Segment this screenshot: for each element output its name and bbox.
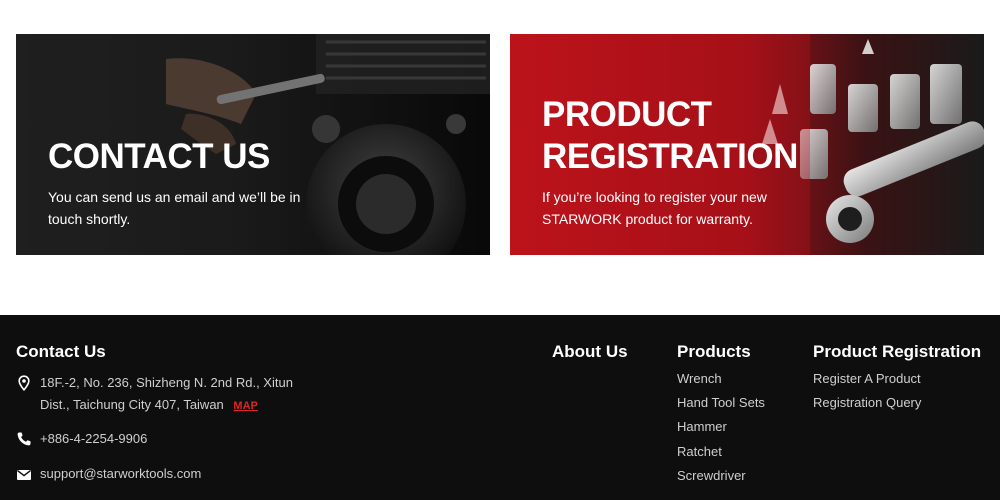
registration-query-link[interactable]: Registration Query [813, 391, 921, 415]
register-product-link[interactable]: Register A Product [813, 367, 921, 391]
product-link-hand-tool-sets[interactable]: Hand Tool Sets [677, 391, 765, 415]
footer-contact-heading: Contact Us [16, 342, 106, 361]
registration-card-title: PRODUCT REGISTRATION [542, 95, 798, 176]
products-link-list: Wrench Hand Tool Sets Hammer Ratchet Scr… [677, 367, 765, 488]
contact-us-card[interactable]: CONTACT US You can send us an email and … [16, 34, 490, 255]
map-pin-icon [18, 375, 30, 391]
contact-card-title: CONTACT US [48, 137, 270, 176]
product-registration-card[interactable]: PRODUCT REGISTRATION If you’re looking t… [510, 34, 984, 255]
registration-card-description: If you’re looking to register your new S… [542, 189, 767, 227]
product-link-screwdriver[interactable]: Screwdriver [677, 464, 765, 488]
envelope-icon [17, 470, 31, 480]
email-address[interactable]: support@starworktools.com [40, 463, 201, 485]
footer-about-link[interactable]: About Us [552, 342, 628, 362]
site-footer: Contact Us 18F.-2, No. 236, Shizheng N. … [0, 315, 1000, 500]
map-link[interactable]: MAP [233, 400, 257, 412]
footer-products-heading[interactable]: Products [677, 342, 751, 362]
phone-number[interactable]: +886-4-2254-9906 [40, 428, 147, 450]
product-link-hammer[interactable]: Hammer [677, 415, 765, 439]
footer-registration-heading[interactable]: Product Registration [813, 342, 981, 362]
phone-icon [17, 432, 31, 446]
contact-card-description: You can send us an email and we’ll be in… [48, 189, 301, 227]
product-link-ratchet[interactable]: Ratchet [677, 440, 765, 464]
registration-link-list: Register A Product Registration Query [813, 367, 921, 415]
product-link-wrench[interactable]: Wrench [677, 367, 765, 391]
